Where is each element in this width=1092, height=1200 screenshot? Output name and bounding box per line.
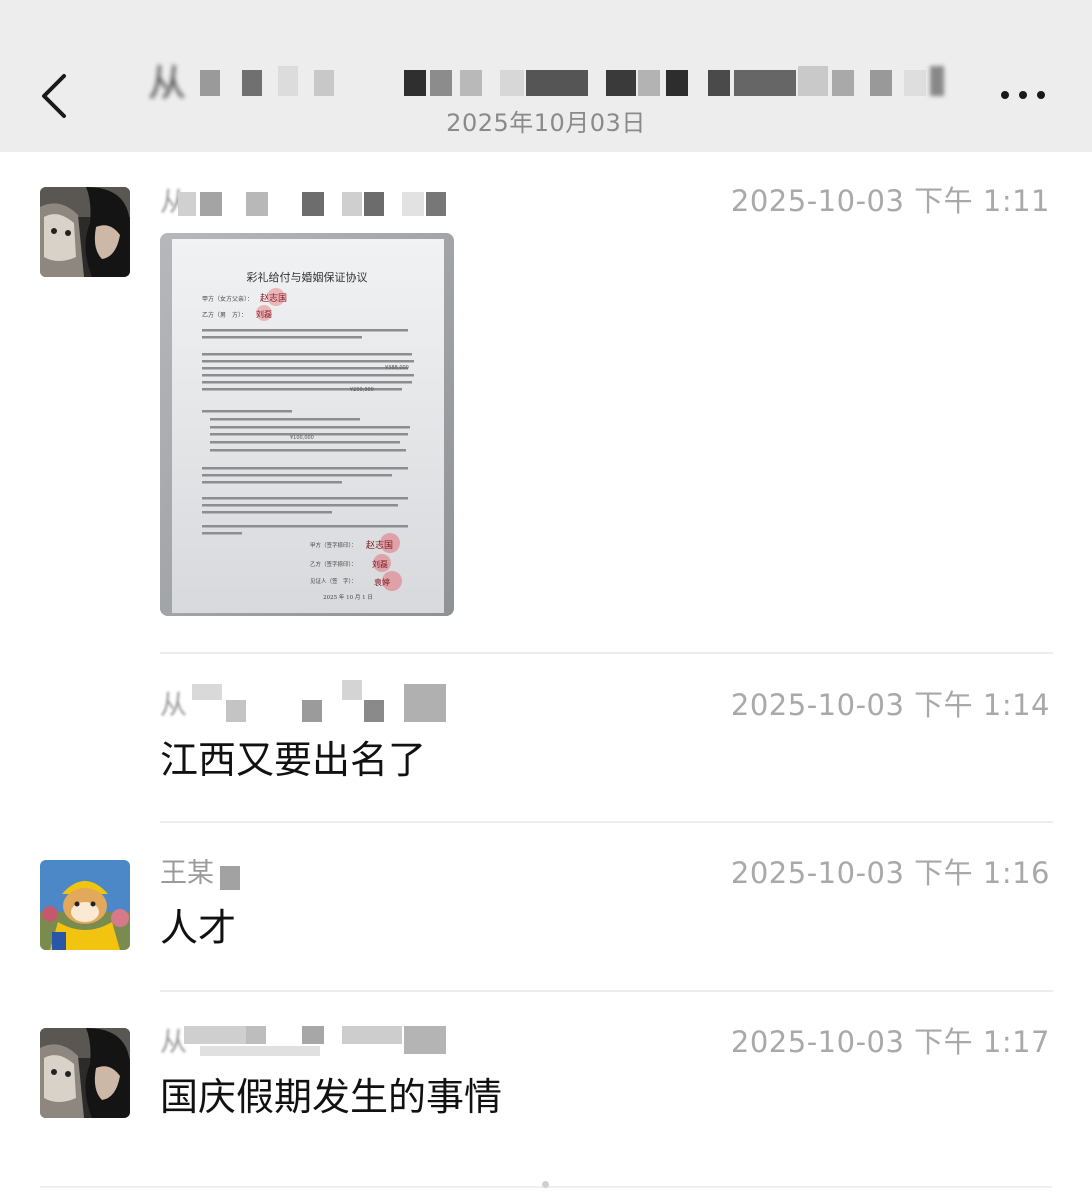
avatar[interactable] <box>40 860 130 950</box>
doc-title: 彩礼给付与婚姻保证协议 <box>247 270 368 284</box>
message-divider <box>160 990 1053 992</box>
doc-party-b: 乙方（男 方）： <box>202 311 247 319</box>
message-text: 江西又要出名了 <box>160 738 427 782</box>
doc-amount-2: ¥100,000 <box>290 435 314 441</box>
sender-name: 从 <box>160 1027 187 1058</box>
message-text: 人才 <box>160 906 237 950</box>
doc-date: 2025 年 10 月 1 日 <box>323 593 373 601</box>
more-button[interactable] <box>992 78 1054 112</box>
message-time: 2025-10-03 下午 1:16 <box>730 856 1050 890</box>
doc-amount-3: ¥200,000 <box>350 387 374 393</box>
chat-history-header: 从 2025年10月03日 <box>0 0 1092 152</box>
doc-witness-label: 见证人（签 字）： <box>310 577 357 585</box>
avatar[interactable] <box>40 1028 130 1118</box>
doc-signature-witness: 袁婷 <box>374 577 390 587</box>
doc-signature-a: 赵志国 <box>366 539 393 551</box>
doc-amount-1: ¥388,000 <box>385 365 409 371</box>
sender-name: 从 <box>160 690 187 721</box>
page-indicator-dot <box>542 1181 549 1188</box>
chat-title: 从 <box>148 60 948 106</box>
doc-signature-b: 刘磊 <box>372 559 388 569</box>
more-dots-icon <box>1001 91 1045 99</box>
chat-title-visible-text: 从 <box>148 61 187 105</box>
sender-name: 王某 <box>160 858 214 889</box>
avatar[interactable] <box>40 187 130 277</box>
message-divider <box>160 652 1053 654</box>
doc-party-a: 甲方（女方父亲）： <box>202 295 253 303</box>
message-divider <box>160 821 1053 823</box>
message-text: 国庆假期发生的事情 <box>160 1075 503 1119</box>
doc-signature-b: 刘磊 <box>256 309 272 319</box>
doc-sign-label-b: 乙方（签字捺印）： <box>310 560 357 568</box>
sender-redaction-mosaic <box>220 866 240 890</box>
message-time: 2025-10-03 下午 1:17 <box>730 1025 1050 1059</box>
doc-sign-label-a: 甲方（签字捺印）： <box>310 541 357 549</box>
chat-date-subtitle: 2025年10月03日 <box>446 109 646 137</box>
message-time: 2025-10-03 下午 1:11 <box>730 184 1050 218</box>
message-time: 2025-10-03 下午 1:14 <box>730 688 1050 722</box>
agreement-photo[interactable]: 彩礼给付与婚姻保证协议 甲方（女方父亲）： 乙方（男 方）： 赵志国 刘磊 ¥3… <box>160 233 454 616</box>
doc-signature-a: 赵志国 <box>260 292 287 304</box>
